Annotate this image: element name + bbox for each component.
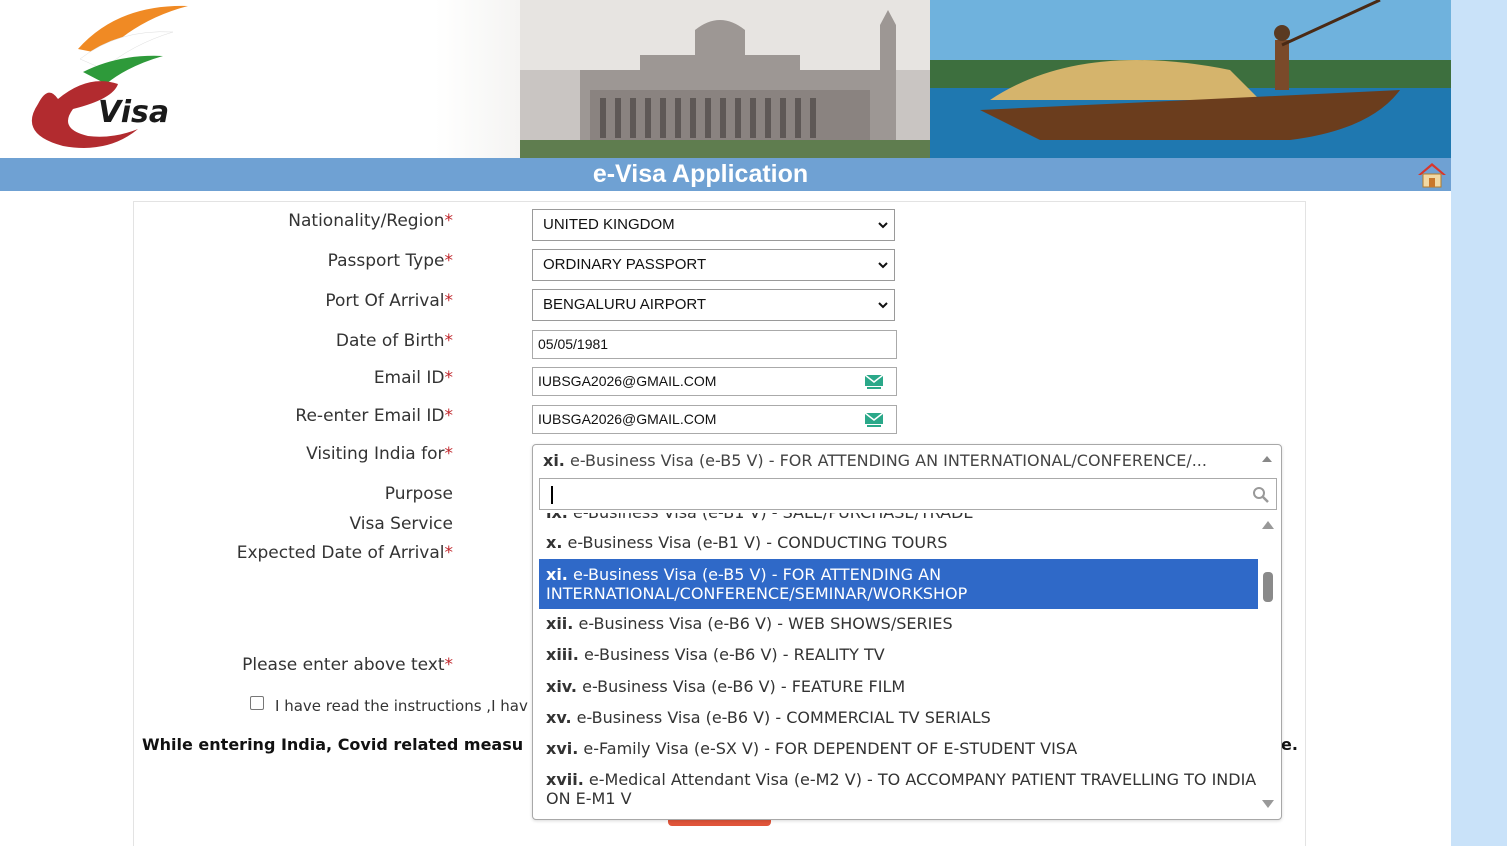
dob-input[interactable]: 05/05/1981 — [532, 330, 897, 359]
covid-note-tail: e. — [1281, 735, 1298, 754]
passport-type-label: Passport Type* — [327, 251, 453, 271]
home-icon[interactable] — [1416, 160, 1448, 188]
reemail-input[interactable]: IUBSGA2026@GMAIL.COM — [532, 405, 897, 434]
email-label: Email ID* — [373, 368, 453, 388]
passport-type-select[interactable]: ORDINARY PASSPORT — [532, 249, 895, 281]
reemail-label: Re-enter Email ID* — [295, 406, 453, 426]
dropdown-scrollbar[interactable] — [1259, 513, 1277, 813]
window-gutter — [1451, 0, 1507, 846]
visiting-selected-value[interactable]: xi. e-Business Visa (e-B5 V) - FOR ATTEN… — [543, 451, 1243, 470]
consent-checkbox[interactable] — [250, 696, 264, 710]
visiting-india-for-dropdown[interactable]: xi. e-Business Visa (e-B5 V) - FOR ATTEN… — [532, 444, 1282, 820]
dropdown-option[interactable]: xiii. e-Business Visa (e-B6 V) - REALITY… — [539, 645, 1258, 664]
evisa-logo: Visa — [31, 5, 188, 148]
dropdown-option[interactable]: xvi. e-Family Visa (e-SX V) - FOR DEPEND… — [539, 739, 1258, 758]
covid-note: While entering India, Covid related meas… — [142, 735, 524, 754]
page: Visa e-Visa Application Nationality/Regi… — [0, 0, 1451, 846]
arrival-date-label: Expected Date of Arrival* — [236, 543, 453, 563]
nationality-select[interactable]: UNITED KINGDOM — [532, 209, 895, 241]
dob-label: Date of Birth* — [335, 331, 453, 351]
dropdown-options-list[interactable]: ix. e-Business Visa (e-B1 V) - SALE/PURC… — [539, 513, 1258, 813]
page-title: e-Visa Application — [592, 160, 809, 188]
mail-icon[interactable] — [864, 374, 884, 390]
dropdown-option[interactable]: xv. e-Business Visa (e-B6 V) - COMMERCIA… — [539, 708, 1258, 727]
port-of-arrival-label: Port Of Arrival* — [325, 291, 453, 311]
consent-text: I have read the instructions ,I hav — [275, 697, 528, 715]
dropdown-option-selected[interactable]: xi. e-Business Visa (e-B5 V) - FOR ATTEN… — [539, 559, 1258, 609]
email-input[interactable]: IUBSGA2026@GMAIL.COM — [532, 367, 897, 396]
mail-icon[interactable] — [864, 412, 884, 428]
chevron-down-icon — [878, 302, 888, 309]
title-bar: e-Visa Application — [0, 158, 1451, 191]
dropdown-option[interactable]: xii. e-Business Visa (e-B6 V) - WEB SHOW… — [539, 614, 1258, 633]
dropdown-search-input[interactable] — [539, 478, 1277, 510]
caret-up-icon[interactable] — [1262, 455, 1272, 463]
captcha-label: Please enter above text* — [242, 655, 453, 675]
text-cursor — [551, 486, 553, 504]
chevron-down-icon — [878, 262, 888, 269]
houseboat-image — [930, 0, 1451, 158]
purpose-label: Purpose — [384, 484, 453, 504]
scroll-up-icon[interactable] — [1262, 520, 1274, 529]
dropdown-option[interactable]: x. e-Business Visa (e-B1 V) - CONDUCTING… — [539, 533, 1258, 552]
scroll-down-icon[interactable] — [1262, 800, 1274, 809]
chevron-down-icon — [878, 222, 888, 229]
search-icon — [1253, 487, 1269, 503]
dropdown-option[interactable]: ix. e-Business Visa (e-B1 V) - SALE/PURC… — [539, 513, 1258, 522]
visiting-label: Visiting India for* — [306, 444, 453, 464]
dropdown-option[interactable]: xvii. e-Medical Attendant Visa (e-M2 V) … — [539, 770, 1258, 808]
visa-service-label: Visa Service — [349, 514, 454, 534]
svg-text:Visa: Visa — [98, 95, 169, 130]
nationality-label: Nationality/Region* — [288, 211, 453, 231]
secretariat-building-image — [520, 0, 950, 158]
scroll-thumb[interactable] — [1263, 572, 1273, 602]
dropdown-option[interactable]: xiv. e-Business Visa (e-B6 V) - FEATURE … — [539, 677, 1258, 696]
port-of-arrival-select[interactable]: BENGALURU AIRPORT — [532, 289, 895, 321]
header-banner: Visa — [0, 0, 1451, 158]
